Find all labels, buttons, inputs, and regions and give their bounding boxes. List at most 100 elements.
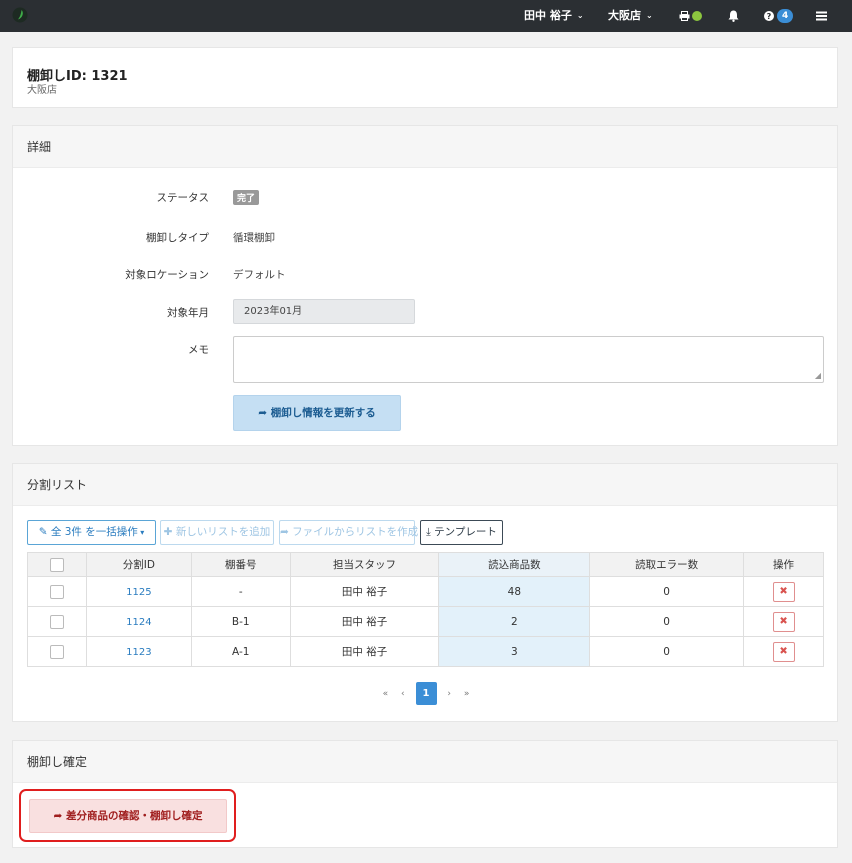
delete-row-button[interactable]: ✖ <box>772 581 795 602</box>
error-count-cell: 0 <box>589 576 745 607</box>
confirm-inventory-button[interactable]: ➦ 差分商品の確認・棚卸し確定 <box>29 799 227 833</box>
type-label: 棚卸しタイプ <box>146 232 209 244</box>
row-checkbox[interactable] <box>49 644 64 659</box>
split-list-heading: 分割リスト <box>13 464 837 506</box>
delete-row-button[interactable]: ✖ <box>772 641 795 662</box>
share-arrow-icon: ➦ <box>53 810 66 822</box>
split-id-cell: 1123 <box>85 636 192 667</box>
row-select-cell <box>27 606 87 637</box>
location-label: 対象ロケーション <box>125 269 209 281</box>
page-subtitle-store: 大阪店 <box>27 85 57 96</box>
resize-grip-icon[interactable]: ◢ <box>815 371 821 380</box>
top-navbar: 田中 裕子 ⌄ 大阪店 ⌄ ? 4 <box>0 0 852 32</box>
add-list-button[interactable]: ✚ 新しいリストを追加 <box>160 520 274 545</box>
error-count-cell: 0 <box>589 606 745 637</box>
column-header: 棚番号 <box>190 552 291 577</box>
table-row: 1124 B-1 田中 裕子 2 0 ✖ <box>27 606 824 637</box>
template-button[interactable]: ⤓ テンプレート <box>420 520 503 545</box>
current-page[interactable]: 1 <box>415 682 437 705</box>
split-list-table: 分割ID 棚番号 担当スタッフ 読込商品数 読取エラー数 操作 1125 - 田… <box>27 552 824 667</box>
memo-label: メモ <box>188 344 209 356</box>
row-checkbox[interactable] <box>49 614 64 629</box>
update-button-label: 棚卸し情報を更新する <box>270 407 376 419</box>
app-logo[interactable] <box>12 7 28 23</box>
split-id-cell: 1124 <box>85 606 192 637</box>
status-badge: 完了 <box>233 190 260 205</box>
details-panel: 詳細 ステータス 完了 棚卸しタイプ 循環棚卸 対象ロケーション デフォルト 対… <box>12 125 838 446</box>
action-cell: ✖ <box>743 606 824 637</box>
delete-row-button[interactable]: ✖ <box>772 611 795 632</box>
create-from-file-label: ファイルからリストを作成 <box>292 526 419 538</box>
last-page-link[interactable]: » <box>464 689 470 699</box>
status-label: ステータス <box>156 192 210 204</box>
table-header-row: 分割ID 棚番号 担当スタッフ 読込商品数 読取エラー数 操作 <box>27 552 824 577</box>
bulk-action-label: 全 3件 を一括操作 <box>50 526 138 538</box>
first-page-link[interactable]: « <box>383 689 389 699</box>
confirm-heading: 棚卸し確定 <box>13 741 837 783</box>
add-list-label: 新しいリストを追加 <box>175 526 271 538</box>
table-row: 1125 - 田中 裕子 48 0 ✖ <box>27 576 824 607</box>
chevron-down-icon: ⌄ <box>576 11 584 20</box>
action-cell: ✖ <box>743 576 824 607</box>
menu-button[interactable] <box>816 0 827 32</box>
update-inventory-button[interactable]: ➦ 棚卸し情報を更新する <box>233 395 401 431</box>
split-id-link[interactable]: 1123 <box>126 647 151 658</box>
download-icon: ⤓ <box>426 526 435 538</box>
split-list-panel: 分割リスト ✎ 全 3件 を一括操作 ▾ ✚ 新しいリストを追加 ➦ ファイルか… <box>12 463 838 722</box>
memo-textarea[interactable]: ◢ <box>233 336 824 383</box>
action-cell: ✖ <box>743 636 824 667</box>
row-select-cell <box>27 636 87 667</box>
details-heading: 詳細 <box>13 126 837 168</box>
split-id-link[interactable]: 1124 <box>126 617 151 628</box>
hamburger-icon <box>816 11 827 21</box>
question-icon: ? <box>764 11 774 21</box>
confirm-button-label: 差分商品の確認・棚卸し確定 <box>65 810 203 822</box>
user-menu[interactable]: 田中 裕子 ⌄ <box>524 0 584 32</box>
printer-status[interactable] <box>679 0 702 32</box>
store-menu[interactable]: 大阪店 ⌄ <box>608 0 653 32</box>
select-all-cell <box>27 552 87 577</box>
help-button[interactable]: ? 4 <box>764 0 794 32</box>
row-checkbox[interactable] <box>49 584 64 599</box>
staff-cell: 田中 裕子 <box>289 636 440 667</box>
inventory-header-panel: 棚卸しID: 1321 大阪店 <box>12 47 838 108</box>
next-page-link[interactable]: › <box>447 689 451 699</box>
table-row: 1123 A-1 田中 裕子 3 0 ✖ <box>27 636 824 667</box>
notification-button[interactable] <box>728 0 739 32</box>
create-from-file-button[interactable]: ➦ ファイルからリストを作成 <box>279 520 419 545</box>
staff-cell: 田中 裕子 <box>289 576 440 607</box>
shelf-cell: B-1 <box>190 606 291 637</box>
status-online-dot <box>692 11 702 21</box>
user-name: 田中 裕子 <box>524 9 572 22</box>
column-header: 読取エラー数 <box>589 552 745 577</box>
type-value: 循環棚卸 <box>233 232 275 244</box>
bulk-action-button[interactable]: ✎ 全 3件 を一括操作 ▾ <box>27 520 156 545</box>
shelf-cell: A-1 <box>190 636 291 667</box>
shelf-cell: - <box>190 576 291 607</box>
select-all-checkbox[interactable] <box>49 557 64 572</box>
pagination: « ‹ 1 › » <box>13 682 839 705</box>
column-header: 分割ID <box>85 552 192 577</box>
month-field: 2023年01月 <box>233 299 415 324</box>
row-select-cell <box>27 576 87 607</box>
read-count-cell: 2 <box>438 606 591 637</box>
printer-icon <box>679 11 690 21</box>
split-id-cell: 1125 <box>85 576 192 607</box>
column-header: 操作 <box>743 552 824 577</box>
location-value: デフォルト <box>233 269 286 281</box>
edit-icon: ✎ <box>38 526 51 538</box>
help-count-badge: 4 <box>777 9 794 23</box>
bell-icon <box>728 10 739 22</box>
share-arrow-icon: ➦ <box>280 526 293 538</box>
template-label: テンプレート <box>434 526 497 538</box>
split-id-link[interactable]: 1125 <box>126 587 151 598</box>
share-arrow-icon: ➦ <box>258 407 271 419</box>
read-count-cell: 3 <box>438 636 591 667</box>
column-header: 読込商品数 <box>438 552 591 577</box>
staff-cell: 田中 裕子 <box>289 606 440 637</box>
store-name: 大阪店 <box>608 9 641 22</box>
caret-down-icon: ▾ <box>137 528 145 537</box>
month-label: 対象年月 <box>167 307 209 319</box>
prev-page-link[interactable]: ‹ <box>401 689 405 699</box>
error-count-cell: 0 <box>589 636 745 667</box>
